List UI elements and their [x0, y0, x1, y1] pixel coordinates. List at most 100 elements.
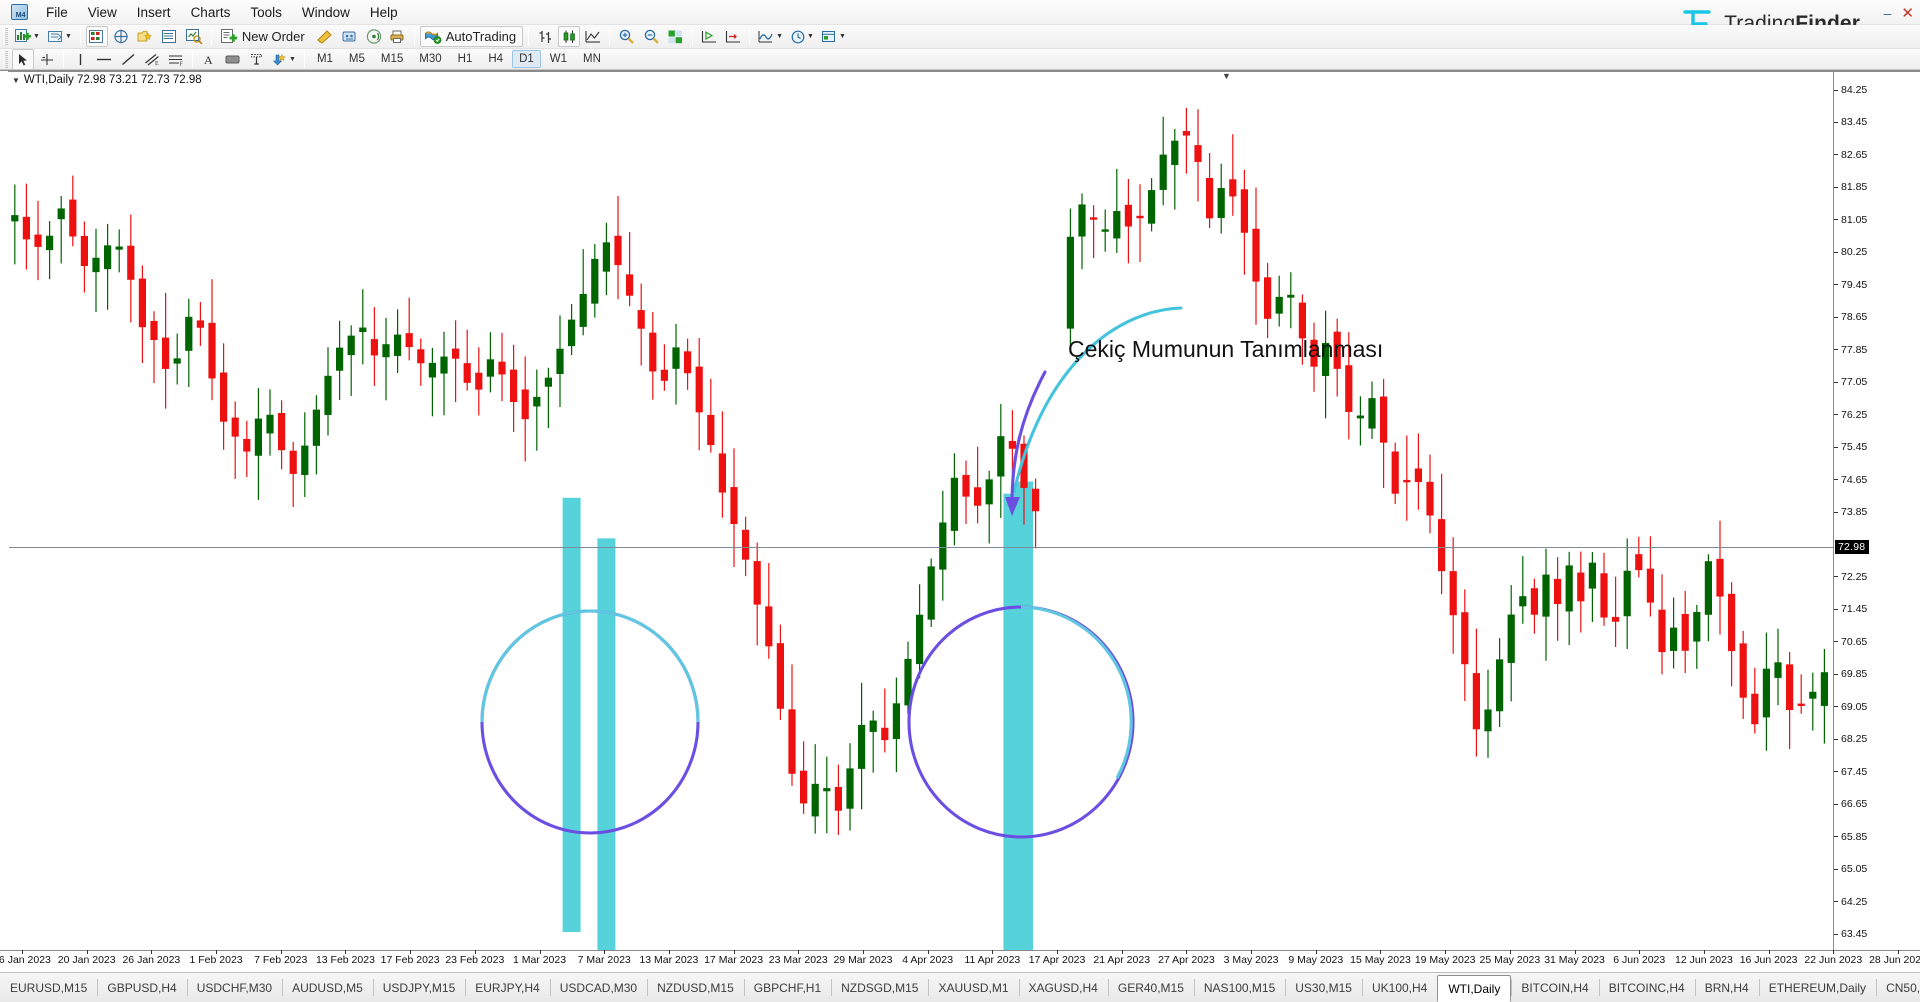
- strategy-tester-button[interactable]: [183, 26, 206, 47]
- menu-tools[interactable]: Tools: [240, 2, 292, 23]
- candle-bearish: [788, 709, 796, 774]
- chevron-down-icon[interactable]: ▼: [12, 76, 20, 85]
- timeframe-h4-button[interactable]: H4: [481, 50, 510, 68]
- new-order-button[interactable]: New Order: [217, 26, 312, 47]
- chart-tab-audusd-m5[interactable]: AUDUSD,M5: [282, 973, 373, 1002]
- timeframe-w1-button[interactable]: W1: [543, 50, 574, 68]
- chart-tab-wti-daily[interactable]: WTI,Daily: [1437, 975, 1512, 1002]
- metaeditor-button[interactable]: [314, 26, 337, 47]
- candlestick-chart-button[interactable]: [558, 26, 581, 47]
- vertical-line-tool[interactable]: [69, 49, 91, 70]
- candle-bullish: [568, 319, 576, 347]
- chart-shift-button[interactable]: [665, 26, 687, 47]
- new-chart-button[interactable]: ▼: [12, 26, 43, 47]
- time-tick: 27 Apr 2023: [1158, 954, 1215, 966]
- zoom-out-button[interactable]: [640, 26, 663, 47]
- crosshair-tool[interactable]: [36, 49, 58, 70]
- candle-bearish: [776, 643, 785, 709]
- timeframe-m30-button[interactable]: M30: [412, 50, 448, 68]
- menu-file[interactable]: File: [36, 2, 78, 23]
- menu-window[interactable]: Window: [292, 2, 360, 23]
- terminal-button[interactable]: [159, 26, 181, 47]
- candle-bearish: [974, 487, 982, 506]
- data-window-button[interactable]: [110, 26, 132, 47]
- price-axis[interactable]: 84.25 83.45 82.65 81.85 81.05 80.25 79.45 78.65…: [1833, 72, 1920, 950]
- chart-tab-uk100-h4[interactable]: UK100,H4: [1361, 973, 1437, 1002]
- timeframe-d1-button[interactable]: D1: [512, 50, 541, 68]
- candle-bullish: [1809, 691, 1817, 699]
- text-tool[interactable]: A: [198, 49, 220, 70]
- chart-tab-xauusd-m1[interactable]: XAUUSD,M1: [928, 973, 1018, 1002]
- arrows-tool[interactable]: ▼: [270, 49, 299, 70]
- chart-collapse-icon[interactable]: ▼: [1222, 71, 1231, 81]
- menu-insert[interactable]: Insert: [127, 2, 181, 23]
- chart-tab-gbpchf-h1[interactable]: GBPCHF,H1: [743, 973, 831, 1002]
- candle-bullish: [950, 477, 959, 531]
- fibonacci-retracement-tool[interactable]: F: [165, 49, 187, 70]
- templates-icon: [821, 30, 838, 44]
- equidistant-channel-tool[interactable]: E: [141, 49, 163, 70]
- timeframe-m5-button[interactable]: M5: [342, 50, 372, 68]
- toolbar-grip[interactable]: [4, 28, 8, 45]
- chart-tab-eurusd-m15[interactable]: EURUSD,M15: [0, 973, 97, 1002]
- templates-button[interactable]: ▼: [819, 26, 849, 47]
- menu-help[interactable]: Help: [360, 2, 408, 23]
- chart-area[interactable]: ▼ WTI,Daily 72.98 73.21 72.73 72.98 ▼ Çe…: [0, 70, 1920, 950]
- print-button[interactable]: [387, 26, 409, 47]
- menu-view[interactable]: View: [78, 2, 127, 23]
- autotrading-button[interactable]: AutoTrading: [419, 26, 524, 47]
- chart-tab-us30-m15[interactable]: US30,M15: [1285, 973, 1362, 1002]
- zoom-in-button[interactable]: [615, 26, 638, 47]
- text-label-tool[interactable]: [246, 49, 268, 70]
- chart-tab-eurjpy-h4[interactable]: EURJPY,H4: [465, 973, 549, 1002]
- chart-tab-ger40-m15[interactable]: GER40,M15: [1107, 973, 1194, 1002]
- trendline-tool[interactable]: [117, 49, 139, 70]
- bar-chart-button[interactable]: [534, 26, 556, 47]
- chart-tab-nas100-m15[interactable]: NAS100,M15: [1193, 973, 1285, 1002]
- indicators-button[interactable]: ▼: [755, 26, 786, 47]
- navigator-button[interactable]: [134, 26, 157, 47]
- chart-tab-usdjpy-m15[interactable]: USDJPY,M15: [372, 973, 465, 1002]
- signals-button[interactable]: [363, 26, 385, 47]
- chart-tab-nzdusd-m15[interactable]: NZDUSD,M15: [647, 973, 744, 1002]
- chart-tab-brn-h4[interactable]: BRN,H4: [1694, 973, 1759, 1002]
- chart-tab-usdchf-m30[interactable]: USDCHF,M30: [186, 973, 282, 1002]
- candle-bullish: [823, 788, 831, 792]
- candle-bearish: [626, 274, 634, 296]
- time-tick: 7 Feb 2023: [254, 954, 308, 966]
- chart-profiles-button[interactable]: ▼: [45, 26, 75, 47]
- candle-bullish: [1507, 614, 1515, 663]
- menu-charts[interactable]: Charts: [181, 2, 241, 23]
- hammer-circle-right-top: [1020, 605, 1133, 779]
- line-chart-icon: [585, 30, 601, 44]
- timeframe-h1-button[interactable]: H1: [451, 50, 480, 68]
- price-tick: 79.45: [1834, 279, 1867, 291]
- chart-tab-ethereum-daily[interactable]: ETHEREUM,Daily: [1758, 973, 1876, 1002]
- timeframe-m15-button[interactable]: M15: [374, 50, 410, 68]
- label-tool[interactable]: [222, 49, 244, 70]
- periods-button[interactable]: ▼: [788, 26, 817, 47]
- chart-tab-usdcad-m30[interactable]: USDCAD,M30: [549, 973, 647, 1002]
- chart-tab-gbpusd-h4[interactable]: GBPUSD,H4: [97, 973, 186, 1002]
- chart-tab-xagusd-h4[interactable]: XAGUSD,H4: [1018, 973, 1108, 1002]
- vertical-line-icon: [75, 53, 86, 66]
- chart-tab-cn50-m15[interactable]: CN50,M15: [1876, 973, 1920, 1002]
- toolbar-grip-2[interactable]: [4, 50, 8, 68]
- close-button[interactable]: ✕: [1901, 4, 1914, 22]
- chart-shift-end-button[interactable]: [722, 26, 744, 47]
- chart-tab-nzdsgd-m15[interactable]: NZDSGD,M15: [831, 973, 928, 1002]
- market-watch-button[interactable]: [85, 26, 108, 47]
- timeframe-m1-button[interactable]: M1: [310, 50, 340, 68]
- line-chart-button[interactable]: [582, 26, 604, 47]
- horizontal-line-tool[interactable]: [93, 49, 115, 70]
- candle-bearish: [1090, 217, 1098, 220]
- timeframe-mn-button[interactable]: MN: [576, 50, 608, 68]
- expert-advisors-button[interactable]: [339, 26, 361, 47]
- chart-tab-bitcoin-h4[interactable]: BITCOIN,H4: [1511, 973, 1598, 1002]
- cursor-tool[interactable]: [12, 48, 34, 70]
- chart-plot[interactable]: [9, 72, 1833, 950]
- auto-scroll-button[interactable]: [698, 26, 720, 47]
- minimize-button[interactable]: –: [1884, 5, 1892, 21]
- annotation-text: Çekiç Mumunun Tanımlanması: [1068, 336, 1384, 362]
- chart-tab-bitcoinc-h4[interactable]: BITCOINC,H4: [1598, 973, 1695, 1002]
